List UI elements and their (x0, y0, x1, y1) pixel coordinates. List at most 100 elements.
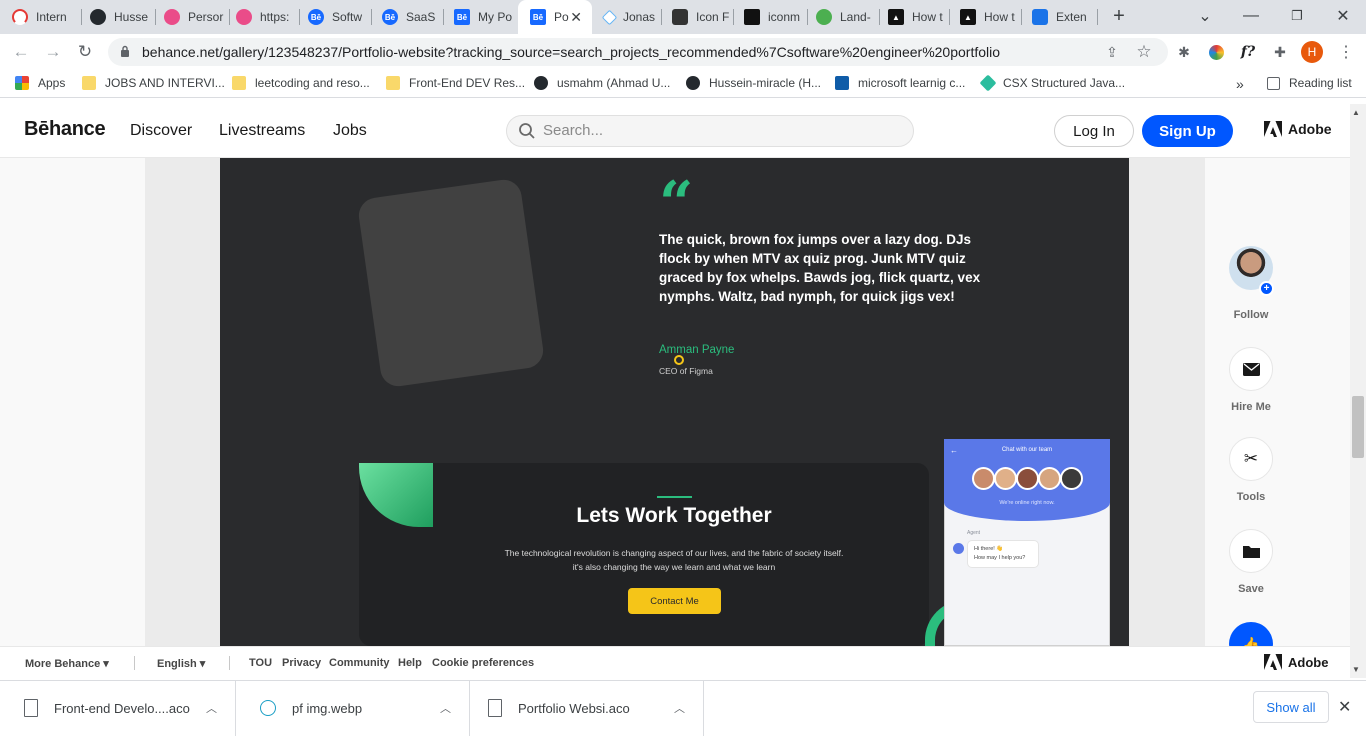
close-downloads-icon[interactable]: ✕ (1338, 697, 1351, 717)
browser-tab[interactable]: iconm (732, 0, 808, 34)
tools-button[interactable]: ✂ (1229, 437, 1273, 481)
show-all-button[interactable]: Show all (1253, 691, 1329, 723)
bookmark-folder[interactable]: Front-End DEV Res... (386, 76, 525, 90)
globe-icon (816, 9, 832, 25)
footer-link-privacy[interactable]: Privacy (282, 657, 321, 669)
save-label[interactable]: Save (1209, 583, 1293, 595)
footer-link-community[interactable]: Community (329, 657, 390, 669)
minimize-icon[interactable]: — (1236, 4, 1266, 28)
bookmark-label: JOBS AND INTERVI... (105, 76, 225, 90)
url-text[interactable]: behance.net/gallery/123548237/Portfolio-… (142, 44, 1000, 60)
lock-icon[interactable] (120, 45, 130, 57)
extensions-puzzle-icon[interactable]: ✚ (1268, 40, 1292, 64)
browser-menu-icon[interactable]: ⋮ (1334, 40, 1358, 64)
bookmark-link[interactable]: usmahm (Ahmad U... (534, 76, 670, 90)
chevron-up-icon[interactable]: ︿ (674, 700, 685, 716)
hire-me-label[interactable]: Hire Me (1209, 401, 1293, 413)
tab-search-chevron-icon[interactable]: ⌄ (1190, 4, 1220, 28)
download-item[interactable]: Portfolio Websi.aco ︿ (470, 680, 704, 736)
browser-tab-active[interactable]: Bē Po ✕ (518, 0, 592, 34)
footer-adobe-link[interactable]: Adobe (1264, 654, 1328, 670)
browser-tab[interactable]: Bē My Po (442, 0, 520, 34)
bookmark-star-icon[interactable]: ☆ (1132, 40, 1156, 64)
more-behance-dropdown[interactable]: More Behance ▾ (25, 657, 109, 670)
browser-tab[interactable]: Jonas (592, 0, 662, 34)
github-icon (90, 9, 106, 25)
folder-icon (1242, 545, 1260, 558)
share-icon[interactable]: ⇪ (1100, 40, 1124, 64)
reading-list-button[interactable]: Reading list (1267, 76, 1352, 90)
new-tab-button[interactable]: + (1104, 4, 1134, 28)
profile-avatar[interactable]: H (1300, 40, 1324, 64)
restore-icon[interactable]: ❐ (1282, 4, 1312, 28)
back-arrow-icon[interactable]: ← (8, 39, 34, 65)
hire-me-button[interactable] (1229, 347, 1273, 391)
window-close-icon[interactable]: ✕ (1328, 4, 1358, 28)
adobe-label: Adobe (1288, 121, 1332, 137)
bookmark-label: usmahm (Ahmad U... (557, 76, 671, 90)
tab-label: SaaS (406, 10, 436, 24)
download-item[interactable]: Front-end Develo....aco ︿ (0, 680, 236, 736)
footer-divider (134, 656, 135, 670)
color-extension-icon[interactable] (1204, 40, 1228, 64)
follow-label[interactable]: Follow (1209, 309, 1293, 321)
browser-tab[interactable]: Persor (152, 0, 230, 34)
page-scrollbar[interactable] (1350, 104, 1366, 678)
scroll-up-icon[interactable]: ▲ (1352, 108, 1360, 117)
browser-tab[interactable]: Icon F (660, 0, 734, 34)
browser-tab[interactable]: https: (224, 0, 300, 34)
footer-link-cookies[interactable]: Cookie preferences (432, 657, 534, 669)
bookmarks-overflow-chevron[interactable]: » (1236, 76, 1244, 92)
nav-discover[interactable]: Discover (130, 122, 192, 140)
scroll-down-icon[interactable]: ▼ (1352, 665, 1360, 674)
folder-icon (232, 76, 246, 90)
nextjs-icon: ▲ (960, 9, 976, 25)
close-tab-icon[interactable]: ✕ (570, 9, 582, 26)
lets-work-text: The technological revolution is changing… (504, 548, 844, 572)
browser-tab[interactable]: Intern (0, 0, 82, 34)
bookmark-link[interactable]: microsoft learnig c... (835, 76, 965, 90)
download-item[interactable]: pf img.webp ︿ (236, 680, 470, 736)
tab-label: Land- (840, 10, 871, 24)
chevron-up-icon[interactable]: ︿ (206, 700, 217, 716)
nav-livestreams[interactable]: Livestreams (219, 122, 305, 140)
tools-label[interactable]: Tools (1209, 491, 1293, 503)
bookmark-folder[interactable]: JOBS AND INTERVI... (82, 76, 225, 90)
download-filename: Front-end Develo....aco (54, 700, 190, 716)
behance-logo[interactable]: Bēhance (24, 118, 106, 141)
bookmark-link[interactable]: Hussein-miracle (H... (686, 76, 821, 90)
browser-tab[interactable]: Bē SaaS (370, 0, 444, 34)
footer-link-help[interactable]: Help (398, 657, 422, 669)
fonts-extension-icon[interactable]: f? (1236, 40, 1260, 64)
testimonial-quote: The quick, brown fox jumps over a lazy d… (659, 232, 981, 304)
browser-tab[interactable]: ▲ How t (948, 0, 1022, 34)
browser-tab[interactable]: Husse (78, 0, 156, 34)
scrollbar-thumb[interactable] (1352, 396, 1364, 458)
browser-tab[interactable]: Land- (804, 0, 880, 34)
follow-plus-icon[interactable]: + (1259, 281, 1274, 296)
folder-icon (82, 76, 96, 90)
browser-tab[interactable]: Bē Softw (296, 0, 372, 34)
nav-jobs[interactable]: Jobs (333, 122, 367, 140)
bookmark-label: Hussein-miracle (H... (709, 76, 822, 90)
adobe-link[interactable]: Adobe (1264, 121, 1332, 137)
bookmark-folder[interactable]: leetcoding and reso... (232, 76, 370, 90)
chevron-up-icon[interactable]: ︿ (440, 700, 451, 716)
search-icon (518, 122, 536, 145)
language-dropdown[interactable]: English ▾ (157, 657, 205, 670)
signup-button[interactable]: Sign Up (1142, 115, 1233, 147)
browser-tab[interactable]: Exten (1020, 0, 1098, 34)
browser-tab[interactable]: ▲ How t (876, 0, 950, 34)
save-button[interactable] (1229, 529, 1273, 573)
speed-icon (12, 9, 28, 25)
agent-dot (953, 543, 964, 554)
bookmark-apps[interactable]: Apps (15, 76, 65, 90)
bookmark-label: Apps (38, 76, 66, 90)
tab-strip: Intern Husse Persor https: Bē Softw Bē S… (0, 0, 1366, 34)
footer-link-tou[interactable]: TOU (249, 657, 272, 669)
login-button[interactable]: Log In (1054, 115, 1134, 147)
bookmark-link[interactable]: CSX Structured Java... (979, 74, 1125, 92)
bug-extension-icon[interactable]: ✱ (1172, 40, 1196, 64)
forward-arrow-icon[interactable]: → (40, 39, 66, 65)
reload-icon[interactable]: ↻ (72, 39, 98, 65)
